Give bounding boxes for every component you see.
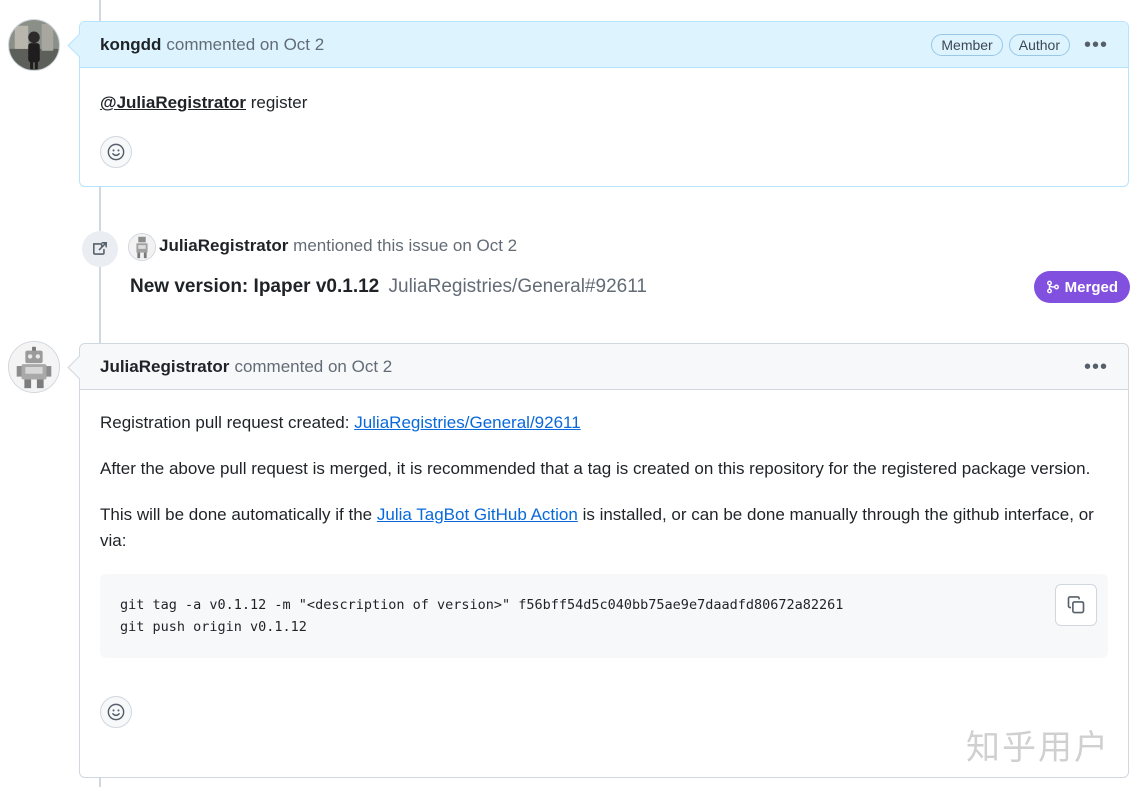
git-merge-icon (1046, 280, 1059, 294)
code-text: git tag -a v0.1.12 -m "<description of v… (120, 597, 844, 635)
referenced-pr-title[interactable]: New version: Ipaper v0.1.12 (130, 276, 379, 297)
merged-status-badge[interactable]: Merged (1033, 271, 1130, 303)
referenced-pr: New version: Ipaper v0.1.12 JuliaRegistr… (130, 276, 647, 298)
comment-body: @JuliaRegistrator register (80, 68, 1128, 186)
more-options-icon[interactable]: ••• (1084, 357, 1108, 377)
comment-header: JuliaRegistrator commented on Oct 2 ••• (80, 344, 1128, 390)
comment-juliaregistrator: JuliaRegistrator commented on Oct 2 ••• … (79, 343, 1129, 778)
member-badge: Member (931, 33, 1003, 56)
paragraph-text: This will be done automatically if the (100, 505, 377, 524)
event-action: mentioned this issue on Oct 2 (293, 236, 518, 255)
comment-timestamp[interactable]: commented on Oct 2 (234, 357, 392, 377)
paragraph-recommendation: After the above pull request is merged, … (100, 459, 1091, 478)
avatar[interactable] (8, 341, 60, 393)
paragraph-text: Registration pull request created: (100, 413, 355, 432)
paragraph-tagbot: This will be done automatically if the J… (100, 502, 1108, 554)
smiley-icon (107, 703, 125, 721)
cross-reference-event: JuliaRegistrator mentioned this issue on… (82, 228, 1132, 318)
mention-link[interactable]: @JuliaRegistrator (100, 93, 246, 112)
copy-button[interactable] (1055, 584, 1097, 626)
comment-text: register (246, 93, 308, 112)
comment-body: Registration pull request created: Julia… (80, 390, 1128, 746)
tagbot-link[interactable]: Julia TagBot GitHub Action (377, 505, 578, 524)
comment-kongdd: kongdd commented on Oct 2 Member Author … (79, 21, 1129, 187)
avatar[interactable] (8, 19, 60, 71)
event-author[interactable]: JuliaRegistrator (159, 236, 288, 255)
watermark: 知乎用户 (966, 728, 1110, 768)
merged-label: Merged (1064, 278, 1118, 296)
smiley-icon (107, 143, 125, 161)
avatar-small[interactable] (128, 233, 156, 261)
comment-author[interactable]: JuliaRegistrator (100, 357, 229, 377)
cross-reference-icon (82, 231, 118, 267)
robot-icon (9, 342, 59, 392)
copy-icon (1067, 596, 1085, 614)
more-options-icon[interactable]: ••• (1084, 35, 1108, 55)
referenced-pr-number[interactable]: JuliaRegistries/General#92611 (389, 276, 647, 297)
user-photo-icon (9, 20, 59, 70)
code-block: git tag -a v0.1.12 -m "<description of v… (100, 574, 1108, 658)
comment-header: kongdd commented on Oct 2 Member Author … (80, 22, 1128, 68)
event-description: JuliaRegistrator mentioned this issue on… (159, 236, 517, 256)
add-reaction-button[interactable] (100, 136, 132, 168)
comment-timestamp[interactable]: commented on Oct 2 (166, 35, 324, 55)
author-badge: Author (1008, 33, 1070, 56)
paragraph-registration: Registration pull request created: Julia… (100, 410, 1108, 436)
robot-icon (129, 234, 155, 260)
pr-link[interactable]: JuliaRegistries/General/92611 (354, 413, 580, 432)
comment-author[interactable]: kongdd (100, 35, 161, 55)
add-reaction-button[interactable] (100, 696, 132, 728)
